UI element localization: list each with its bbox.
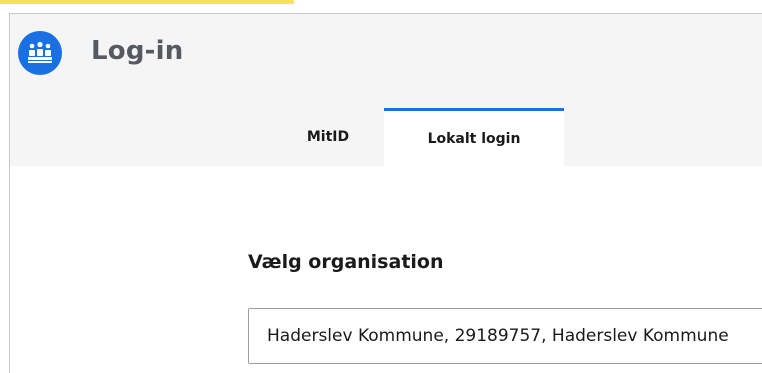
organisation-input[interactable] <box>248 308 762 364</box>
tab-mitid[interactable]: MitID <box>272 108 384 166</box>
top-highlight-strip <box>0 0 294 4</box>
crown-glyph <box>28 41 52 63</box>
organisation-label: Vælg organisation <box>248 251 444 273</box>
tab-lokalt-login[interactable]: Lokalt login <box>384 108 564 166</box>
login-header: Log-in MitID Lokalt login <box>10 14 762 166</box>
page-title: Log-in <box>91 36 184 66</box>
crown-people-icon <box>18 31 62 75</box>
